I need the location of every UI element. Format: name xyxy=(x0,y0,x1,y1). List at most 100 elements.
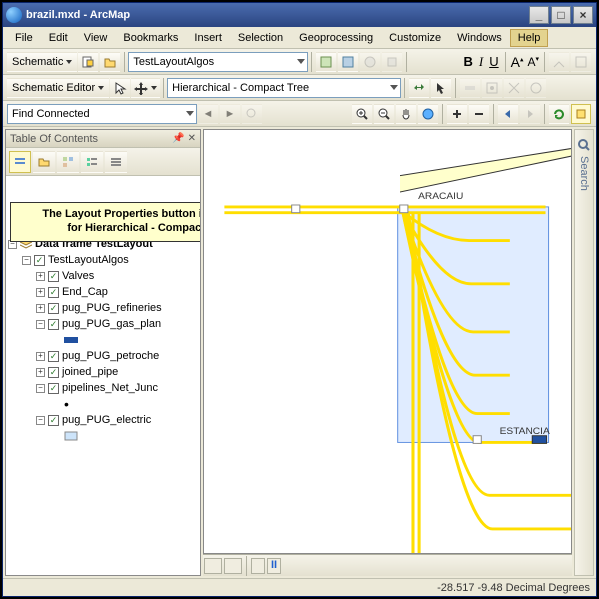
tree-item-row[interactable]: +✓Valves xyxy=(8,268,198,284)
pan-button[interactable] xyxy=(396,104,416,124)
toc-title-text: Table Of Contents xyxy=(10,133,98,145)
tree-symbol-row xyxy=(8,428,198,444)
menu-windows[interactable]: Windows xyxy=(449,29,510,47)
italic-button[interactable]: I xyxy=(476,54,486,70)
catalog-button[interactable] xyxy=(571,104,591,124)
schematic-dropdown[interactable]: Schematic xyxy=(7,52,77,72)
callout-tooltip: The Layout Properties button is disabled… xyxy=(10,202,200,242)
zoom-in-button[interactable] xyxy=(352,104,372,124)
tree-algos-row[interactable]: − ✓ TestLayoutAlgos xyxy=(8,252,198,268)
full-extent-button[interactable] xyxy=(418,104,438,124)
pointer-button[interactable] xyxy=(431,78,451,98)
toc-toolbar xyxy=(6,148,200,176)
list-by-drawing-button[interactable] xyxy=(9,151,31,173)
zoom-out-button[interactable] xyxy=(374,104,394,124)
font-shrink-button[interactable]: A▾ xyxy=(525,55,541,69)
tool-i-button xyxy=(526,78,546,98)
tool-b-button[interactable] xyxy=(338,52,358,72)
schematic-editor-dropdown[interactable]: Schematic Editor xyxy=(7,78,109,98)
tree-item-label: Valves xyxy=(62,270,94,282)
layout-view-tab[interactable] xyxy=(224,558,242,574)
map-canvas[interactable]: ARACAIU ESTANCIA xyxy=(203,129,572,554)
tree-item-label: pug_PUG_electric xyxy=(62,414,151,426)
tool-d-button xyxy=(382,52,402,72)
close-button[interactable]: × xyxy=(573,6,593,24)
tree-item-row[interactable]: +✓End_Cap xyxy=(8,284,198,300)
font-grow-button[interactable]: A▴ xyxy=(509,54,526,70)
pin-icon[interactable]: 📌 ✕ xyxy=(172,133,196,144)
app-window: brazil.mxd - ArcMap _ □ × File Edit View… xyxy=(2,2,597,597)
table-of-contents-panel: Table Of Contents 📌 ✕ The Layout Propert… xyxy=(5,129,201,576)
tree-item-label: pug_PUG_gas_plan xyxy=(62,318,161,330)
window-title: brazil.mxd - ArcMap xyxy=(26,9,527,21)
coordinates-readout: -28.517 -9.48 Decimal Degrees xyxy=(437,582,590,594)
menu-selection[interactable]: Selection xyxy=(230,29,291,47)
app-icon xyxy=(6,7,22,23)
map-label-aracaiu: ARACAIU xyxy=(418,191,463,202)
tree-item-label: pipelines_Net_Junc xyxy=(62,382,158,394)
tree-item-row[interactable]: −✓pug_PUG_gas_plan xyxy=(8,316,198,332)
menu-edit[interactable]: Edit xyxy=(41,29,76,47)
layout-combo[interactable]: TestLayoutAlgos xyxy=(128,52,308,72)
underline-button[interactable]: U xyxy=(486,54,501,69)
bold-button[interactable]: B xyxy=(460,54,475,69)
pause-drawing-button[interactable]: II xyxy=(267,558,281,574)
data-view-tab[interactable] xyxy=(204,558,222,574)
toolbar-schematic: Schematic TestLayoutAlgos B I U A▴ A▾ xyxy=(3,49,596,75)
list-by-source-button[interactable] xyxy=(33,151,55,173)
tree-item-row[interactable]: +✓joined_pipe xyxy=(8,364,198,380)
view-tabs: II xyxy=(203,554,572,576)
search-icon xyxy=(577,138,591,152)
refresh-view-button[interactable] xyxy=(251,558,265,574)
find-prev-button: ◄ xyxy=(198,104,218,124)
forward-button xyxy=(520,104,540,124)
tree-item-row[interactable]: +✓pug_PUG_refineries xyxy=(8,300,198,316)
algorithm-combo[interactable]: Hierarchical - Compact Tree xyxy=(167,78,401,98)
tree-item-row[interactable]: −✓pipelines_Net_Junc xyxy=(8,380,198,396)
callout-line1: The Layout Properties button is disabled xyxy=(17,208,200,222)
minimize-button[interactable]: _ xyxy=(529,6,549,24)
list-by-visibility-button[interactable] xyxy=(57,151,79,173)
tree-item-label: joined_pipe xyxy=(62,366,118,378)
refresh-button[interactable] xyxy=(549,104,569,124)
apply-layout-button[interactable] xyxy=(409,78,429,98)
find-next-button: ► xyxy=(220,104,240,124)
tool-a-button[interactable] xyxy=(316,52,336,72)
callout-line2: for Hierarchical - Compact Tree xyxy=(17,222,200,236)
new-diagram-button[interactable] xyxy=(78,52,98,72)
select-tool-button[interactable] xyxy=(110,78,130,98)
menu-help[interactable]: Help xyxy=(510,29,549,47)
titlebar: brazil.mxd - ArcMap _ □ × xyxy=(3,3,596,27)
menu-file[interactable]: File xyxy=(7,29,41,47)
find-combo[interactable]: Find Connected xyxy=(7,104,197,124)
map-view: ARACAIU ESTANCIA II xyxy=(203,129,572,576)
list-by-selection-button[interactable] xyxy=(81,151,103,173)
fixed-zoom-in-button[interactable] xyxy=(447,104,467,124)
tool-f-button xyxy=(571,52,591,72)
maximize-button[interactable]: □ xyxy=(551,6,571,24)
tree-algos-label: TestLayoutAlgos xyxy=(48,254,129,266)
map-label-estancia: ESTANCIA xyxy=(500,426,551,437)
fixed-zoom-out-button[interactable] xyxy=(469,104,489,124)
toc-titlebar: Table Of Contents 📌 ✕ xyxy=(6,130,200,148)
statusbar: -28.517 -9.48 Decimal Degrees xyxy=(3,578,596,596)
tree-item-row[interactable]: −✓pug_PUG_electric xyxy=(8,412,198,428)
toc-options-button[interactable] xyxy=(105,151,127,173)
menu-view[interactable]: View xyxy=(76,29,116,47)
main-area: Table Of Contents 📌 ✕ The Layout Propert… xyxy=(3,127,596,578)
tree-item-row[interactable]: +✓pug_PUG_petroche xyxy=(8,348,198,364)
tree-item-label: pug_PUG_refineries xyxy=(62,302,162,314)
menu-geoprocessing[interactable]: Geoprocessing xyxy=(291,29,381,47)
open-diagram-button[interactable] xyxy=(100,52,120,72)
toc-tree[interactable]: The Layout Properties button is disabled… xyxy=(6,176,200,575)
search-panel-collapsed[interactable]: Search xyxy=(574,129,594,576)
menu-insert[interactable]: Insert xyxy=(186,29,230,47)
menu-bookmarks[interactable]: Bookmarks xyxy=(115,29,186,47)
move-tool-dropdown[interactable] xyxy=(131,78,160,98)
tool-g-button xyxy=(460,78,480,98)
back-button[interactable] xyxy=(498,104,518,124)
tree-item-label: pug_PUG_petroche xyxy=(62,350,159,362)
tool-h-button xyxy=(504,78,524,98)
menu-customize[interactable]: Customize xyxy=(381,29,449,47)
map-svg: ARACAIU ESTANCIA xyxy=(204,130,571,553)
